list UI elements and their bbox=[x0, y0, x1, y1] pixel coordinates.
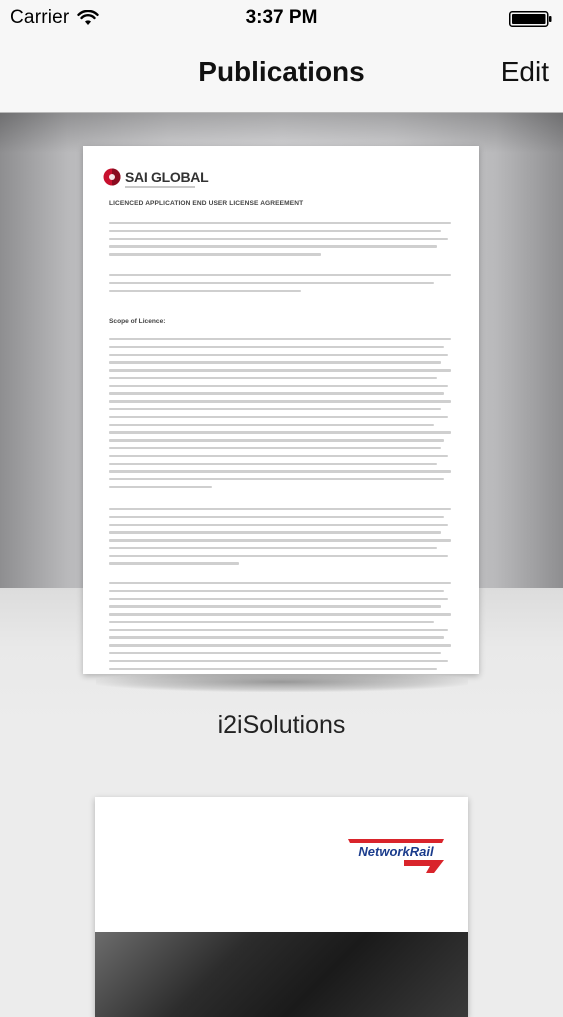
document-paragraph bbox=[109, 274, 451, 297]
sai-global-logo: SAI GLOBAL bbox=[103, 168, 209, 186]
navigation-bar: Publications Edit bbox=[0, 38, 563, 113]
document-paragraph bbox=[109, 582, 451, 674]
status-time: 3:37 PM bbox=[245, 7, 318, 28]
battery-icon bbox=[509, 11, 552, 27]
publication-cover-networkrail[interactable]: NetworkRail bbox=[95, 797, 468, 1017]
logo-tagline bbox=[125, 186, 195, 188]
cover-photo bbox=[95, 932, 468, 1017]
publication-cover-i2isolutions[interactable]: SAI GLOBAL LICENCED APPLICATION END USER… bbox=[83, 146, 479, 674]
edit-button[interactable]: Edit bbox=[501, 56, 549, 88]
document-paragraph bbox=[109, 222, 451, 261]
sai-global-logo-mark-icon bbox=[103, 168, 121, 186]
document-paragraph bbox=[109, 338, 451, 494]
network-rail-logo-text: NetworkRail bbox=[358, 844, 434, 859]
publication-title[interactable]: i2iSolutions bbox=[0, 711, 563, 740]
network-rail-logo: NetworkRail bbox=[348, 839, 444, 873]
cover-shadow bbox=[96, 672, 468, 692]
status-bar: Carrier 3:37 PM bbox=[0, 0, 563, 38]
document-heading: LICENCED APPLICATION END USER LICENSE AG… bbox=[109, 200, 304, 207]
document-subheading: Scope of Licence: bbox=[109, 318, 166, 325]
sai-global-logo-text: SAI GLOBAL bbox=[125, 169, 209, 185]
page-title: Publications bbox=[198, 56, 365, 87]
document-paragraph bbox=[109, 508, 451, 570]
